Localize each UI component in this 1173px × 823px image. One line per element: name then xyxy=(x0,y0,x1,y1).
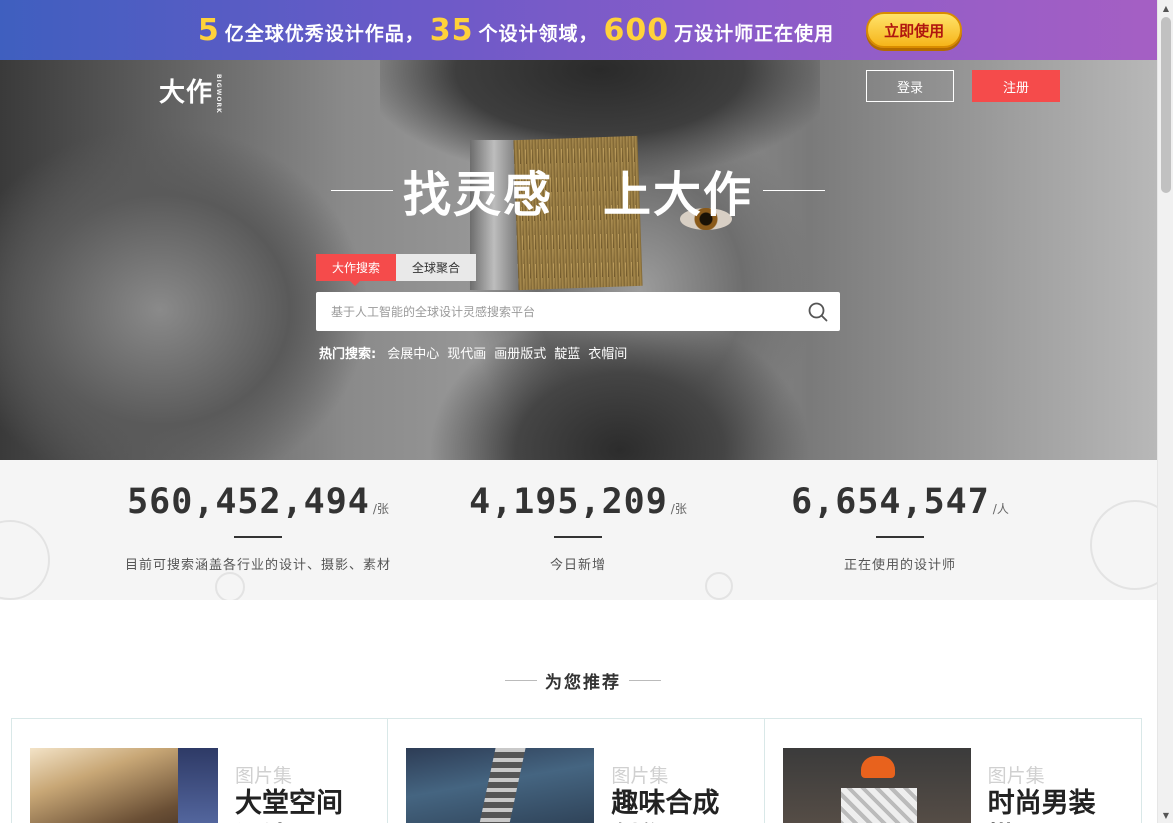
stat-number: 6,654,547 xyxy=(791,482,990,522)
tab-global-aggregate[interactable]: 全球聚合 xyxy=(396,254,476,281)
search-icon[interactable] xyxy=(796,292,840,331)
card-type: 图片集 xyxy=(611,765,669,787)
hot-keyword[interactable]: 现代画 xyxy=(447,343,486,362)
hot-searches: 热门搜索: 会展中心 现代画 画册版式 靛蓝 衣帽间 xyxy=(319,343,635,362)
hero-photo-beard xyxy=(430,310,810,460)
decor-circle xyxy=(0,520,50,600)
hot-keyword[interactable]: 衣帽间 xyxy=(588,343,627,362)
stats-section: 560,452,494/张 目前可搜索涵盖各行业的设计、摄影、素材 4,195,… xyxy=(0,460,1157,600)
stat-total: 560,452,494/张 目前可搜索涵盖各行业的设计、摄影、素材 xyxy=(113,482,403,573)
hot-keyword[interactable]: 靛蓝 xyxy=(554,343,580,362)
recommend-cards: 图片集 大堂空间设计 图片集 趣味合成创作 图片集 时尚男装搭配 xyxy=(11,718,1142,823)
promo-number: 5 xyxy=(197,12,220,48)
stat-description: 目前可搜索涵盖各行业的设计、摄影、素材 xyxy=(124,558,391,573)
card-title[interactable]: 大堂空间设计 xyxy=(235,787,365,823)
search-input[interactable] xyxy=(316,292,796,331)
stat-number: 4,195,209 xyxy=(469,482,668,522)
stat-today: 4,195,209/张 今日新增 xyxy=(448,482,708,573)
card-type: 图片集 xyxy=(987,765,1045,787)
stat-divider xyxy=(876,536,924,538)
decor-circle xyxy=(705,572,733,600)
scroll-down-icon[interactable]: ▼ xyxy=(1158,807,1173,823)
page-scrollbar[interactable]: ▲ ▼ xyxy=(1157,0,1173,823)
stat-divider xyxy=(234,536,282,538)
stat-unit: /张 xyxy=(372,502,389,516)
login-button[interactable]: 登录 xyxy=(866,70,954,102)
site-logo[interactable]: 大作 BIGWORK xyxy=(159,72,222,114)
promo-segment: 亿全球优秀设计作品， xyxy=(224,22,425,45)
scrollbar-thumb[interactable] xyxy=(1161,17,1171,193)
hero-section xyxy=(0,60,1157,460)
recommend-heading: 为您推荐 xyxy=(497,668,669,693)
recommend-card[interactable]: 图片集 趣味合成创作 xyxy=(388,719,765,823)
card-thumbnail[interactable] xyxy=(782,748,971,823)
promo-banner[interactable]: 5 亿全球优秀设计作品， 35 个设计领域， 600 万设计师正在使用 立即使用 xyxy=(0,0,1157,60)
logo-subtext: BIGWORK xyxy=(215,74,223,114)
stat-description: 今日新增 xyxy=(549,558,606,573)
search-tabs: 大作搜索 全球聚合 xyxy=(316,254,476,286)
hero-slogan: 找灵感 上大作 xyxy=(328,158,828,223)
promo-segment: 个设计领域， xyxy=(478,22,599,45)
heading-line-right xyxy=(629,680,661,681)
stat-description: 正在使用的设计师 xyxy=(843,558,956,573)
stat-designers: 6,654,547/人 正在使用的设计师 xyxy=(770,482,1030,573)
promo-segment: 万设计师正在使用 xyxy=(674,22,835,45)
card-type: 图片集 xyxy=(235,765,293,787)
stat-number: 560,452,494 xyxy=(127,482,370,522)
slogan-line-left xyxy=(330,189,393,191)
tab-bigwork-search[interactable]: 大作搜索 xyxy=(316,254,396,286)
decor-circle xyxy=(1090,500,1157,590)
stat-divider xyxy=(554,536,602,538)
hot-keyword[interactable]: 会展中心 xyxy=(387,343,439,362)
scroll-up-icon[interactable]: ▲ xyxy=(1158,0,1173,16)
card-title[interactable]: 趣味合成创作 xyxy=(611,787,741,823)
promo-number: 600 xyxy=(603,12,670,48)
decor-circle xyxy=(215,572,245,600)
slogan-right: 上大作 xyxy=(603,167,754,223)
recommend-title: 为您推荐 xyxy=(545,673,621,693)
recommend-card[interactable]: 图片集 时尚男装搭配 xyxy=(765,719,1141,823)
promo-number: 35 xyxy=(429,12,474,48)
use-now-button[interactable]: 立即使用 xyxy=(866,12,963,48)
logo-text: 大作 xyxy=(159,78,214,108)
search-icon-svg xyxy=(808,302,828,321)
card-thumbnail[interactable] xyxy=(30,748,218,823)
hot-search-label: 热门搜索: xyxy=(319,347,377,362)
card-title[interactable]: 时尚男装搭配 xyxy=(988,787,1118,823)
card-thumbnail[interactable] xyxy=(406,748,595,823)
register-button[interactable]: 注册 xyxy=(972,70,1060,102)
recommend-card[interactable]: 图片集 大堂空间设计 xyxy=(12,719,389,823)
hot-keyword[interactable]: 画册版式 xyxy=(494,343,546,362)
stat-unit: /张 xyxy=(670,502,687,516)
search-box xyxy=(316,292,840,331)
slogan-left: 找灵感 xyxy=(402,167,553,223)
heading-line-left xyxy=(505,680,537,681)
promo-text: 5 亿全球优秀设计作品， 35 个设计领域， 600 万设计师正在使用 xyxy=(195,13,834,48)
stat-unit: /人 xyxy=(992,502,1009,516)
slogan-line-right xyxy=(763,189,826,191)
